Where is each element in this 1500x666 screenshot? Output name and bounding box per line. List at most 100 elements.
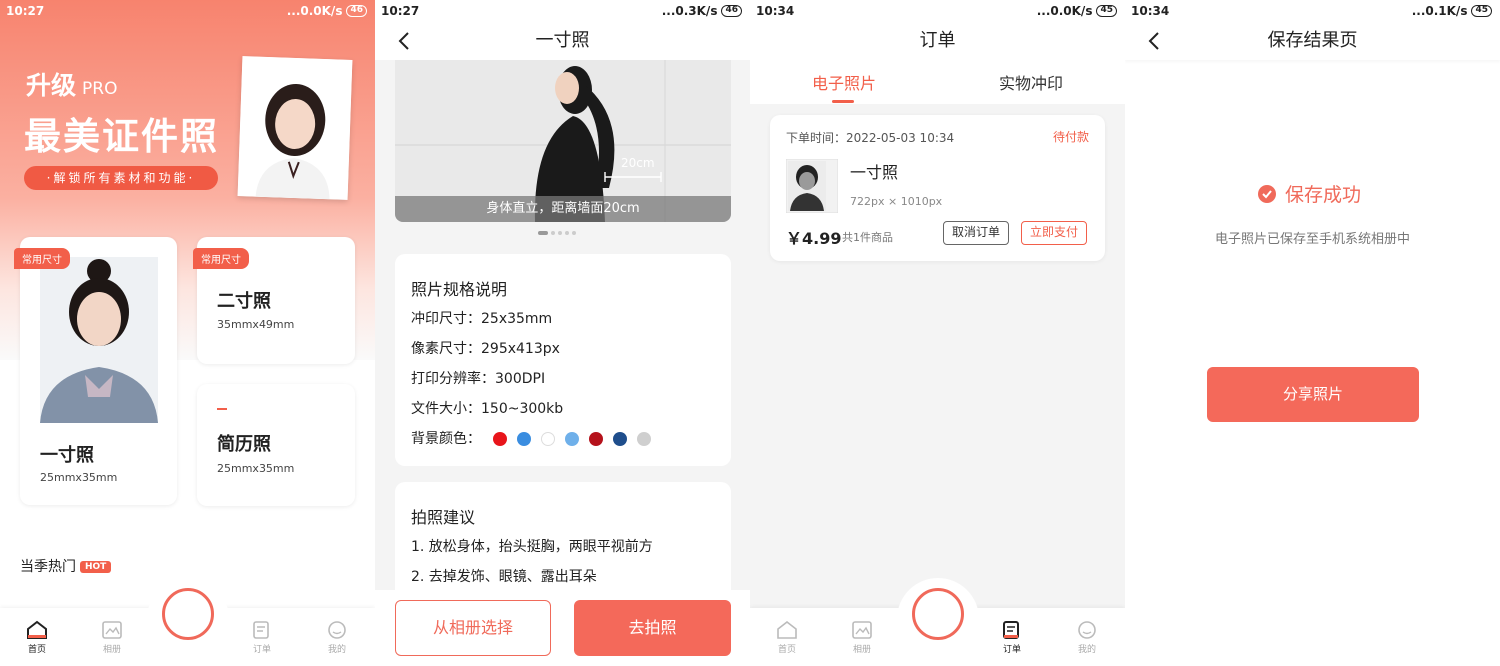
status-time: 10:34 (756, 4, 795, 18)
common-size-tag: 常用尺寸 (14, 248, 70, 269)
promo-headline: 最美证件照 (24, 115, 219, 158)
carousel-dots (538, 231, 576, 235)
battery-icon: 46 (721, 5, 742, 17)
save-success-subtitle: 电子照片已保存至手机系统相册中 (1214, 232, 1410, 247)
tab-digital-photos[interactable]: 电子照片 (812, 70, 876, 94)
bg-color-swatch (637, 432, 652, 446)
bg-color-swatch (613, 432, 628, 446)
spec-row-file-size: 文件大小：150~300kb (411, 401, 564, 417)
card-name: 简历照 (217, 434, 271, 455)
camera-button[interactable] (912, 588, 964, 640)
size-card-two-inch[interactable]: 常用尺寸 二寸照 35mmx49mm (193, 237, 355, 364)
order-status: 待付款 (1052, 130, 1089, 144)
bg-color-swatch (589, 432, 604, 446)
unlock-pill-button[interactable]: ·解锁所有素材和功能· (24, 166, 218, 190)
home-screen: 升级 PRO 最美证件照 ·解锁所有素材和功能· 10:27 ...0.0K/s 4… (0, 0, 375, 666)
take-photo-button[interactable]: 去拍照 (574, 600, 731, 656)
hot-section-title: 当季热门 HOT (20, 556, 112, 576)
card-name: 一寸照 (40, 445, 94, 466)
tab-home[interactable]: 首页 (17, 620, 57, 655)
network-speed: ...0.1K/s (1411, 4, 1468, 18)
order-item-pixels: 722px × 1010px (850, 195, 943, 208)
profile-icon (328, 621, 346, 639)
status-time: 10:27 (381, 4, 420, 18)
distance-label: 20cm (621, 156, 655, 170)
tab-album[interactable]: 相册 (842, 620, 882, 655)
tab-home[interactable]: 首页 (767, 620, 807, 655)
size-card-resume[interactable]: 简历照 25mmx35mm (197, 384, 355, 506)
save-success-message: 保存成功 (1257, 180, 1361, 207)
bg-color-swatch (493, 432, 508, 446)
pay-now-button[interactable]: 立即支付 (1021, 221, 1088, 245)
network-speed: ...0.0K/s (286, 4, 343, 18)
order-item-name: 一寸照 (850, 163, 899, 182)
battery-icon: 46 (346, 5, 367, 17)
nav-bar: 保存结果页 (1125, 22, 1500, 60)
camera-button[interactable] (162, 588, 214, 640)
status-bar: 10:27 ...0.0K/s 46 (0, 0, 375, 22)
card-name: 二寸照 (217, 291, 271, 312)
status-bar: 10:27 ...0.3K/s 46 (375, 0, 750, 22)
accent-dash (217, 408, 227, 410)
upgrade-label: 升级 PRO (26, 71, 118, 100)
save-result-screen: 10:34 ...0.1K/s 45 保存结果页 保存成功 电子照片已保存至手机系… (1125, 0, 1500, 666)
status-bar: 10:34 ...0.1K/s 45 (1125, 0, 1500, 22)
profile-icon (1078, 621, 1096, 639)
tips-heading: 拍照建议 (411, 508, 476, 527)
home-icon (777, 620, 797, 639)
orders-icon (1003, 621, 1019, 639)
bg-color-swatch (517, 432, 532, 446)
tip-item: 2. 去掉发饰、眼镜、露出耳朵 (411, 569, 597, 585)
network-speed: ...0.0K/s (1036, 4, 1093, 18)
home-icon (27, 620, 47, 639)
page-title: 保存结果页 (1267, 30, 1358, 51)
spec-row-resolution: 打印分辨率：300DPI (411, 371, 546, 387)
back-arrow-icon[interactable] (393, 22, 417, 60)
network-speed: ...0.3K/s (661, 4, 718, 18)
page-title: 订单 (919, 30, 956, 51)
pose-example-banner[interactable]: 20cm 身体直立，距离墙面20cm (395, 60, 731, 222)
share-photo-button[interactable]: 分享照片 (1207, 367, 1419, 422)
nav-bar: 一寸照 (375, 22, 750, 60)
hot-badge: HOT (80, 561, 112, 573)
orders-icon (253, 621, 269, 639)
battery-icon: 45 (1471, 5, 1492, 17)
tab-orders[interactable]: 订单 (242, 620, 282, 655)
order-card[interactable]: 下单时间：2022-05-03 10:34 待付款 一寸照 722px × 10… (770, 115, 1105, 261)
tab-mine[interactable]: 我的 (1067, 620, 1107, 655)
tab-orders[interactable]: 订单 (992, 620, 1032, 655)
banner-caption: 身体直立，距离墙面20cm (395, 196, 731, 222)
status-time: 10:27 (6, 4, 45, 18)
size-card-one-inch[interactable]: 常用尺寸 一寸照 25mmx35mm (14, 237, 177, 505)
card-size: 25mmx35mm (217, 462, 295, 475)
bg-color-swatch (541, 432, 556, 446)
tab-album[interactable]: 相册 (92, 620, 132, 655)
order-price: ￥4.99 (786, 229, 842, 248)
spec-row-bg-colors: 背景颜色： (411, 428, 652, 448)
order-time: 下单时间：2022-05-03 10:34 (786, 131, 955, 145)
page-title: 一寸照 (535, 30, 590, 51)
cancel-order-button[interactable]: 取消订单 (943, 221, 1010, 245)
battery-icon: 45 (1096, 5, 1117, 17)
album-icon (102, 621, 122, 639)
orders-screen: 10:34 ...0.0K/s 45 订单 电子照片 实物冲印 下单时间：2022… (750, 0, 1125, 666)
status-bar: 10:34 ...0.0K/s 45 (750, 0, 1125, 22)
tip-item: 1. 放松身体，抬头挺胸，两眼平视前方 (411, 539, 653, 555)
common-size-tag: 常用尺寸 (193, 248, 249, 269)
sample-portrait-photo (237, 56, 353, 200)
spec-row-pixel-size: 像素尺寸：295x413px (411, 341, 560, 357)
card-size: 35mmx49mm (217, 318, 295, 331)
order-tabs: 电子照片 实物冲印 (750, 60, 1125, 104)
order-thumbnail (786, 159, 838, 213)
status-time: 10:34 (1131, 4, 1170, 18)
bg-color-swatch (565, 432, 580, 446)
back-arrow-icon[interactable] (1143, 22, 1167, 60)
album-icon (852, 621, 872, 639)
card-size: 25mmx35mm (40, 471, 118, 484)
bg-color-swatches (493, 432, 652, 446)
tab-mine[interactable]: 我的 (317, 620, 357, 655)
spec-heading: 照片规格说明 (411, 280, 508, 299)
order-item-count: 共1件商品 (842, 231, 893, 244)
choose-from-album-button[interactable]: 从相册选择 (395, 600, 551, 656)
tab-physical-prints[interactable]: 实物冲印 (999, 70, 1063, 94)
